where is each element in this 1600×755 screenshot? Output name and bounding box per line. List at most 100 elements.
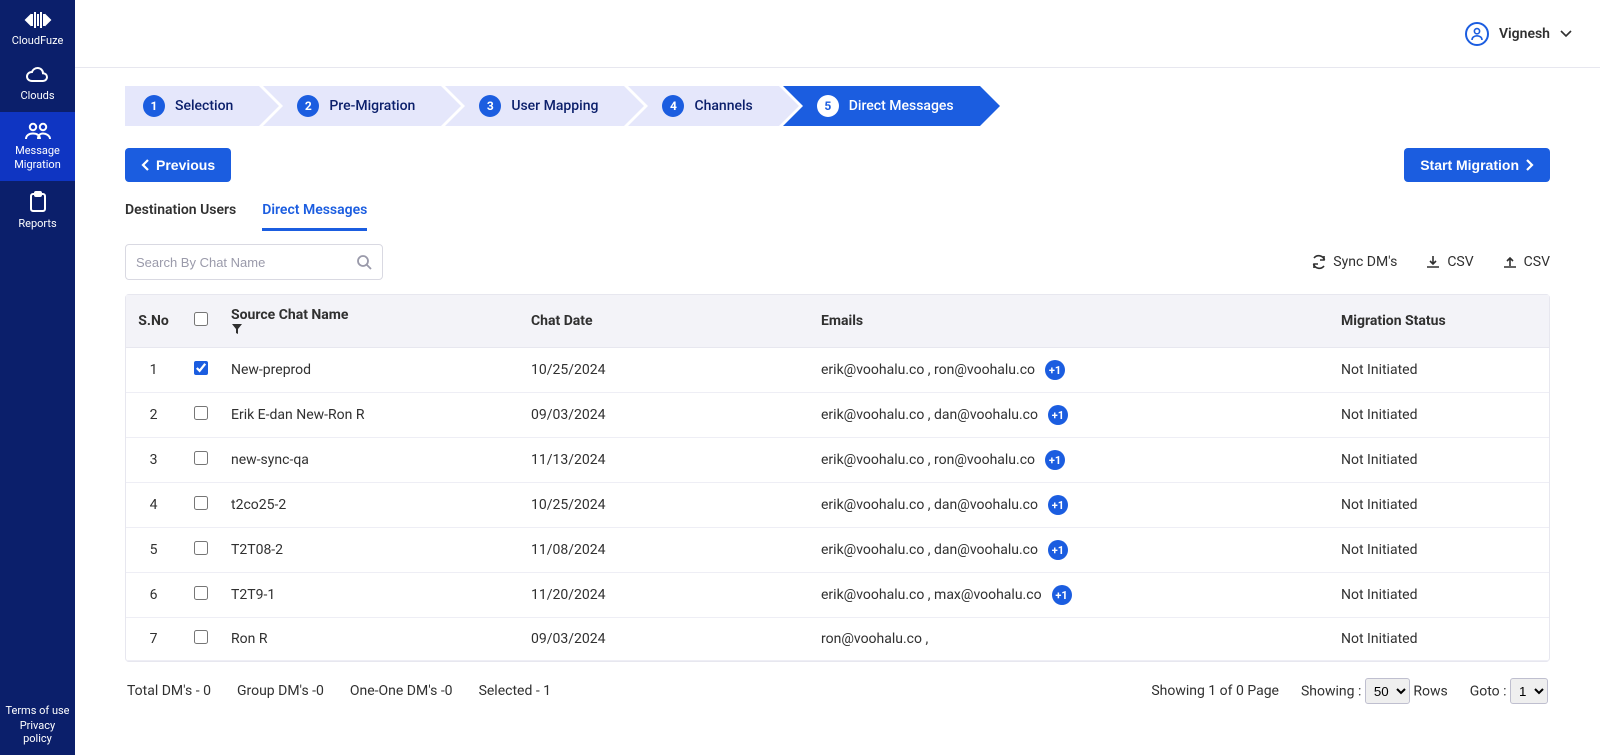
emails-text: erik@voohalu.co , ron@voohalu.co [821, 362, 1035, 378]
showing-rows-group: Showing : 50 Rows [1301, 678, 1448, 704]
wizard-step-4[interactable]: 4 Channels [628, 86, 778, 126]
cell-emails: erik@voohalu.co , dan@voohalu.co+1 [811, 393, 1331, 438]
filter-icon[interactable] [231, 323, 511, 335]
col-chat-label: Source Chat Name [231, 307, 348, 323]
upload-csv-label: CSV [1524, 254, 1550, 270]
sidebar: CloudFuze Clouds Message Migration Repor… [0, 0, 75, 755]
sidebar-item-message-migration[interactable]: Message Migration [0, 112, 75, 180]
goto-page-select[interactable]: 1 [1510, 678, 1548, 704]
more-emails-pill[interactable]: +1 [1048, 540, 1068, 560]
cell-chat-date: 10/25/2024 [521, 483, 811, 528]
footer-stats: Total DM's - 0 Group DM's -0 One-One DM'… [125, 662, 1550, 704]
user-menu[interactable]: Vignesh [1465, 22, 1572, 46]
start-migration-label: Start Migration [1420, 157, 1519, 173]
cell-chat-date: 09/03/2024 [521, 393, 811, 438]
search-box[interactable] [125, 244, 383, 280]
more-emails-pill[interactable]: +1 [1052, 585, 1072, 605]
row-checkbox[interactable] [194, 406, 208, 420]
col-status-header[interactable]: Migration Status [1331, 295, 1549, 348]
cell-status: Not Initiated [1331, 573, 1549, 618]
dm-table: S.No Source Chat Name Chat Date [125, 294, 1550, 662]
wizard-step-3[interactable]: 3User Mapping [445, 86, 624, 126]
col-chat-header[interactable]: Source Chat Name [221, 295, 521, 348]
step-label: Channels [694, 98, 752, 114]
wizard-step-1[interactable]: 1Selection [125, 86, 259, 126]
step-label: User Mapping [511, 98, 598, 114]
more-emails-pill[interactable]: +1 [1048, 405, 1068, 425]
row-checkbox[interactable] [194, 361, 208, 375]
tab-destination-users[interactable]: Destination Users [125, 196, 236, 231]
sidebar-item-label: Clouds [20, 89, 54, 102]
terms-link[interactable]: Terms of use [4, 704, 71, 717]
cell-check [181, 573, 221, 618]
cell-chat-name: T2T08-2 [221, 528, 521, 573]
download-csv-link[interactable]: CSV [1425, 254, 1473, 270]
cloud-logo-icon [22, 10, 54, 30]
cell-sno: 1 [126, 348, 181, 393]
clipboard-icon [27, 191, 49, 213]
table-row: 4 t2co25-210/25/2024erik@voohalu.co , dan… [126, 483, 1549, 528]
sidebar-item-reports[interactable]: Reports [0, 181, 75, 240]
cell-sno: 2 [126, 393, 181, 438]
cell-check [181, 483, 221, 528]
cell-sno: 4 [126, 483, 181, 528]
cell-chat-name: Ron R [221, 618, 521, 661]
row-checkbox[interactable] [194, 496, 208, 510]
wizard-step-2[interactable]: 2Pre-Migration [263, 86, 441, 126]
cell-chat-name: t2co25-2 [221, 483, 521, 528]
step-number: 5 [817, 95, 839, 117]
sync-icon [1311, 254, 1327, 270]
cell-emails: ron@voohalu.co , [811, 618, 1331, 661]
user-name: Vignesh [1499, 26, 1550, 42]
cell-sno: 3 [126, 438, 181, 483]
cell-status: Not Initiated [1331, 483, 1549, 528]
search-input[interactable] [136, 255, 356, 270]
row-checkbox[interactable] [194, 541, 208, 555]
table-row: 3new-sync-qa11/13/2024erik@voohalu.co , … [126, 438, 1549, 483]
wizard-step-5[interactable]: 5 Direct Messages [783, 86, 980, 126]
brand-logo[interactable]: CloudFuze [0, 0, 75, 57]
step-number: 1 [143, 95, 165, 117]
cell-chat-date: 10/25/2024 [521, 348, 811, 393]
table-row: 7Ron R09/03/2024ron@voohalu.co ,Not Init… [126, 618, 1549, 661]
sidebar-item-clouds[interactable]: Clouds [0, 57, 75, 112]
col-sno-header[interactable]: S.No [126, 295, 181, 348]
download-icon [1425, 254, 1441, 270]
cell-check [181, 618, 221, 661]
more-emails-pill[interactable]: +1 [1048, 495, 1068, 515]
col-date-header[interactable]: Chat Date [521, 295, 811, 348]
sidebar-item-label: Reports [18, 217, 56, 230]
privacy-link[interactable]: Privacy policy [4, 719, 71, 745]
cell-chat-name: Erik E-dan New-Ron R [221, 393, 521, 438]
rows-per-page-select[interactable]: 50 [1365, 678, 1410, 704]
cell-emails: erik@voohalu.co , dan@voohalu.co+1 [811, 483, 1331, 528]
cell-status: Not Initiated [1331, 528, 1549, 573]
row-checkbox[interactable] [194, 586, 208, 600]
row-checkbox[interactable] [194, 451, 208, 465]
tab-direct-messages[interactable]: Direct Messages [262, 196, 367, 231]
cell-emails: erik@voohalu.co , max@voohalu.co+1 [811, 573, 1331, 618]
select-all-checkbox[interactable] [194, 312, 208, 326]
start-migration-button[interactable]: Start Migration [1404, 148, 1550, 182]
users-icon [24, 122, 52, 140]
previous-button[interactable]: Previous [125, 148, 231, 182]
showing-page: Showing 1 of 0 Page [1151, 683, 1279, 699]
more-emails-pill[interactable]: +1 [1045, 450, 1065, 470]
upload-icon [1502, 254, 1518, 270]
cell-chat-date: 11/20/2024 [521, 573, 811, 618]
more-emails-pill[interactable]: +1 [1045, 360, 1065, 380]
col-emails-header[interactable]: Emails [811, 295, 1331, 348]
emails-text: erik@voohalu.co , dan@voohalu.co [821, 542, 1038, 558]
row-checkbox[interactable] [194, 630, 208, 644]
showing-label: Showing : [1301, 684, 1361, 700]
cell-chat-date: 11/08/2024 [521, 528, 811, 573]
emails-text: ron@voohalu.co , [821, 631, 928, 647]
step-label: Direct Messages [849, 98, 954, 114]
cell-status: Not Initiated [1331, 393, 1549, 438]
chevron-down-icon [1560, 30, 1572, 38]
step-number: 4 [662, 95, 684, 117]
upload-csv-link[interactable]: CSV [1502, 254, 1550, 270]
sync-dms-link[interactable]: Sync DM's [1311, 254, 1397, 270]
table-row: 6T2T9-111/20/2024erik@voohalu.co , max@v… [126, 573, 1549, 618]
cell-sno: 5 [126, 528, 181, 573]
